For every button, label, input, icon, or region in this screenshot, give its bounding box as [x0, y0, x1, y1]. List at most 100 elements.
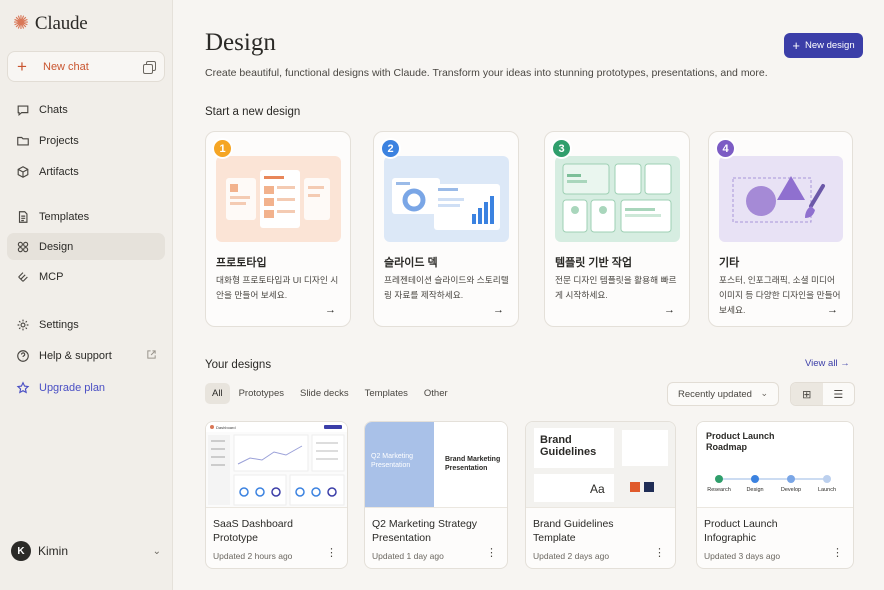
design-title: SaaS Dashboard Prototype [213, 518, 293, 544]
more-options-icon[interactable]: ⋮ [654, 548, 665, 559]
page-subtitle: Create beautiful, functional designs wit… [205, 67, 768, 79]
step-number-badge: 4 [715, 138, 736, 159]
external-link-icon [146, 349, 157, 360]
card-title: 슬라이드 덱 [384, 257, 438, 269]
filter-other[interactable]: Other [417, 383, 455, 404]
sidebar-item-mcp[interactable]: MCP [7, 263, 165, 290]
start-card-prototype[interactable]: 1 프로토타입 대화형 프로토타입과 UI 디자인 시안을 만들어 보세요. → [205, 131, 351, 327]
prototype-thumbnail [216, 156, 341, 242]
card-description: 대화형 프로토타입과 UI 디자인 시안을 만들어 보세요. [216, 275, 339, 300]
design-title: Brand Guidelines Template [533, 518, 614, 544]
new-chat-button[interactable]: + New chat [7, 51, 165, 82]
plus-icon: + [17, 57, 27, 76]
sidebar-item-label: Design [39, 240, 74, 253]
design-updated: Updated 2 hours ago [213, 551, 293, 561]
sidebar-item-label: Help & support [39, 349, 112, 362]
arrow-right-icon: → [493, 304, 504, 316]
brand-swatch-navy [644, 482, 654, 492]
sidebar-item-label: MCP [39, 270, 64, 283]
filter-all[interactable]: All [205, 383, 230, 404]
sidebar-item-design[interactable]: Design [7, 233, 165, 260]
logo[interactable]: ✺ Claude [13, 13, 88, 35]
other-thumbnail [719, 156, 843, 242]
card-description: 포스터, 인포그래픽, 소셜 미디어 이미지 등 다양한 디자인을 만들어 보세… [719, 275, 841, 315]
brand-side-panel [622, 430, 668, 466]
filter-templates[interactable]: Templates [358, 383, 415, 404]
brand-guidelines-thumbnail: Brand Guidelines Aa [526, 422, 675, 508]
roadmap-step-launch: Launch [817, 487, 837, 493]
step-number-badge: 1 [212, 138, 233, 159]
grid-icon [15, 239, 31, 255]
design-updated: Updated 1 day ago [372, 551, 444, 561]
q2-presentation-thumbnail: Q2 Marketing Presentation Brand Marketin… [365, 422, 507, 508]
folder-icon [15, 133, 31, 149]
design-filter-tabs: All Prototypes Slide decks Templates Oth… [205, 383, 455, 404]
slide-left-title: Q2 Marketing Presentation [371, 453, 414, 469]
roadmap-step-develop: Develop [780, 487, 802, 493]
grid-view-icon[interactable]: ⊞ [791, 383, 823, 405]
design-card-q2[interactable]: Q2 Marketing Presentation Brand Marketin… [364, 421, 508, 569]
help-icon [15, 348, 31, 364]
card-description: 전문 디자인 템플릿을 활용해 빠르게 시작하세요. [555, 275, 677, 300]
design-updated: Updated 3 days ago [704, 551, 781, 561]
arrow-right-icon: → [840, 358, 850, 369]
sidebar-item-chats[interactable]: Chats [7, 96, 165, 123]
claude-spark-icon: ✺ [13, 13, 29, 34]
user-name: Kimin [38, 544, 69, 558]
copy-icon[interactable] [143, 60, 156, 74]
new-chat-label: New chat [43, 60, 89, 73]
sort-dropdown[interactable]: Recently updated ⌄ [667, 382, 779, 406]
plus-icon: + [792, 38, 800, 53]
user-menu[interactable]: K Kimin ⌄ [11, 541, 161, 561]
start-card-template[interactable]: 3 템플릿 기반 작업 전문 디자인 템플릿을 활용해 빠르게 시작하세요. → [544, 131, 690, 327]
more-options-icon[interactable]: ⋮ [486, 548, 497, 559]
step-number-badge: 3 [551, 138, 572, 159]
card-title: 기타 [719, 257, 740, 269]
sidebar-item-artifacts[interactable]: Artifacts [7, 158, 165, 185]
list-view-icon[interactable]: ☰ [823, 383, 855, 405]
arrow-right-icon: → [325, 304, 336, 316]
sidebar-item-projects[interactable]: Projects [7, 127, 165, 154]
new-design-button[interactable]: + New design [784, 33, 863, 58]
sidebar-item-label: Projects [39, 134, 79, 147]
step-number-badge: 2 [380, 138, 401, 159]
more-options-icon[interactable]: ⋮ [832, 548, 843, 559]
slide-right-title: Brand Marketing Presentation [445, 456, 501, 472]
design-title: Q2 Marketing Strategy Presentation [372, 518, 478, 544]
more-options-icon[interactable]: ⋮ [326, 548, 337, 559]
roadmap-heading: Product Launch Roadmap [706, 431, 775, 452]
saas-dashboard-thumbnail: Dashboard [206, 422, 347, 508]
start-card-other[interactable]: 4 기타 포스터, 인포그래픽, 소셜 미디어 이미지 등 다양한 디자인을 만… [708, 131, 853, 327]
sidebar-item-templates[interactable]: Templates [7, 203, 165, 230]
your-designs-title: Your designs [205, 359, 272, 371]
avatar: K [11, 541, 31, 561]
view-all-link[interactable]: View all → [805, 358, 850, 369]
start-section-title: Start a new design [205, 106, 301, 118]
filter-slide-decks[interactable]: Slide decks [293, 383, 356, 404]
sidebar-item-label: Artifacts [39, 165, 79, 178]
sidebar-item-label: Chats [39, 103, 68, 116]
sidebar-item-settings[interactable]: Settings [7, 311, 165, 338]
design-title: Product Launch Infographic [704, 518, 778, 544]
design-card-saas[interactable]: Dashboard SaaS Dashboard Prototype Updat… [205, 421, 348, 569]
sidebar-item-label: Settings [39, 318, 79, 331]
start-card-slides[interactable]: 2 슬라이드 덱 프레젠테이션 슬라이드와 스토리텔링 자료를 제작하세요. → [373, 131, 519, 327]
design-card-brand[interactable]: Brand Guidelines Aa Brand Guidelines Tem… [525, 421, 676, 569]
sidebar-item-help[interactable]: Help & support [7, 342, 165, 369]
sidebar: ✺ Claude + New chat Chats Projects Artif… [0, 0, 173, 590]
arrow-right-icon: → [664, 304, 675, 316]
view-toggle: ⊞ ☰ [790, 382, 855, 406]
sidebar-item-upgrade[interactable]: Upgrade plan [7, 374, 165, 401]
gear-icon [15, 317, 31, 333]
arrow-right-icon: → [827, 304, 838, 316]
cube-icon [15, 164, 31, 180]
brand-type-sample: Aa [590, 482, 605, 496]
view-all-label: View all [805, 358, 838, 369]
design-updated: Updated 2 days ago [533, 551, 610, 561]
filter-prototypes[interactable]: Prototypes [232, 383, 291, 404]
design-card-roadmap[interactable]: Product Launch Roadmap Research Design D… [696, 421, 854, 569]
slides-thumbnail [384, 156, 509, 242]
card-title: 템플릿 기반 작업 [555, 257, 632, 269]
brand-swatch-orange [630, 482, 640, 492]
app-name: Claude [34, 13, 88, 34]
